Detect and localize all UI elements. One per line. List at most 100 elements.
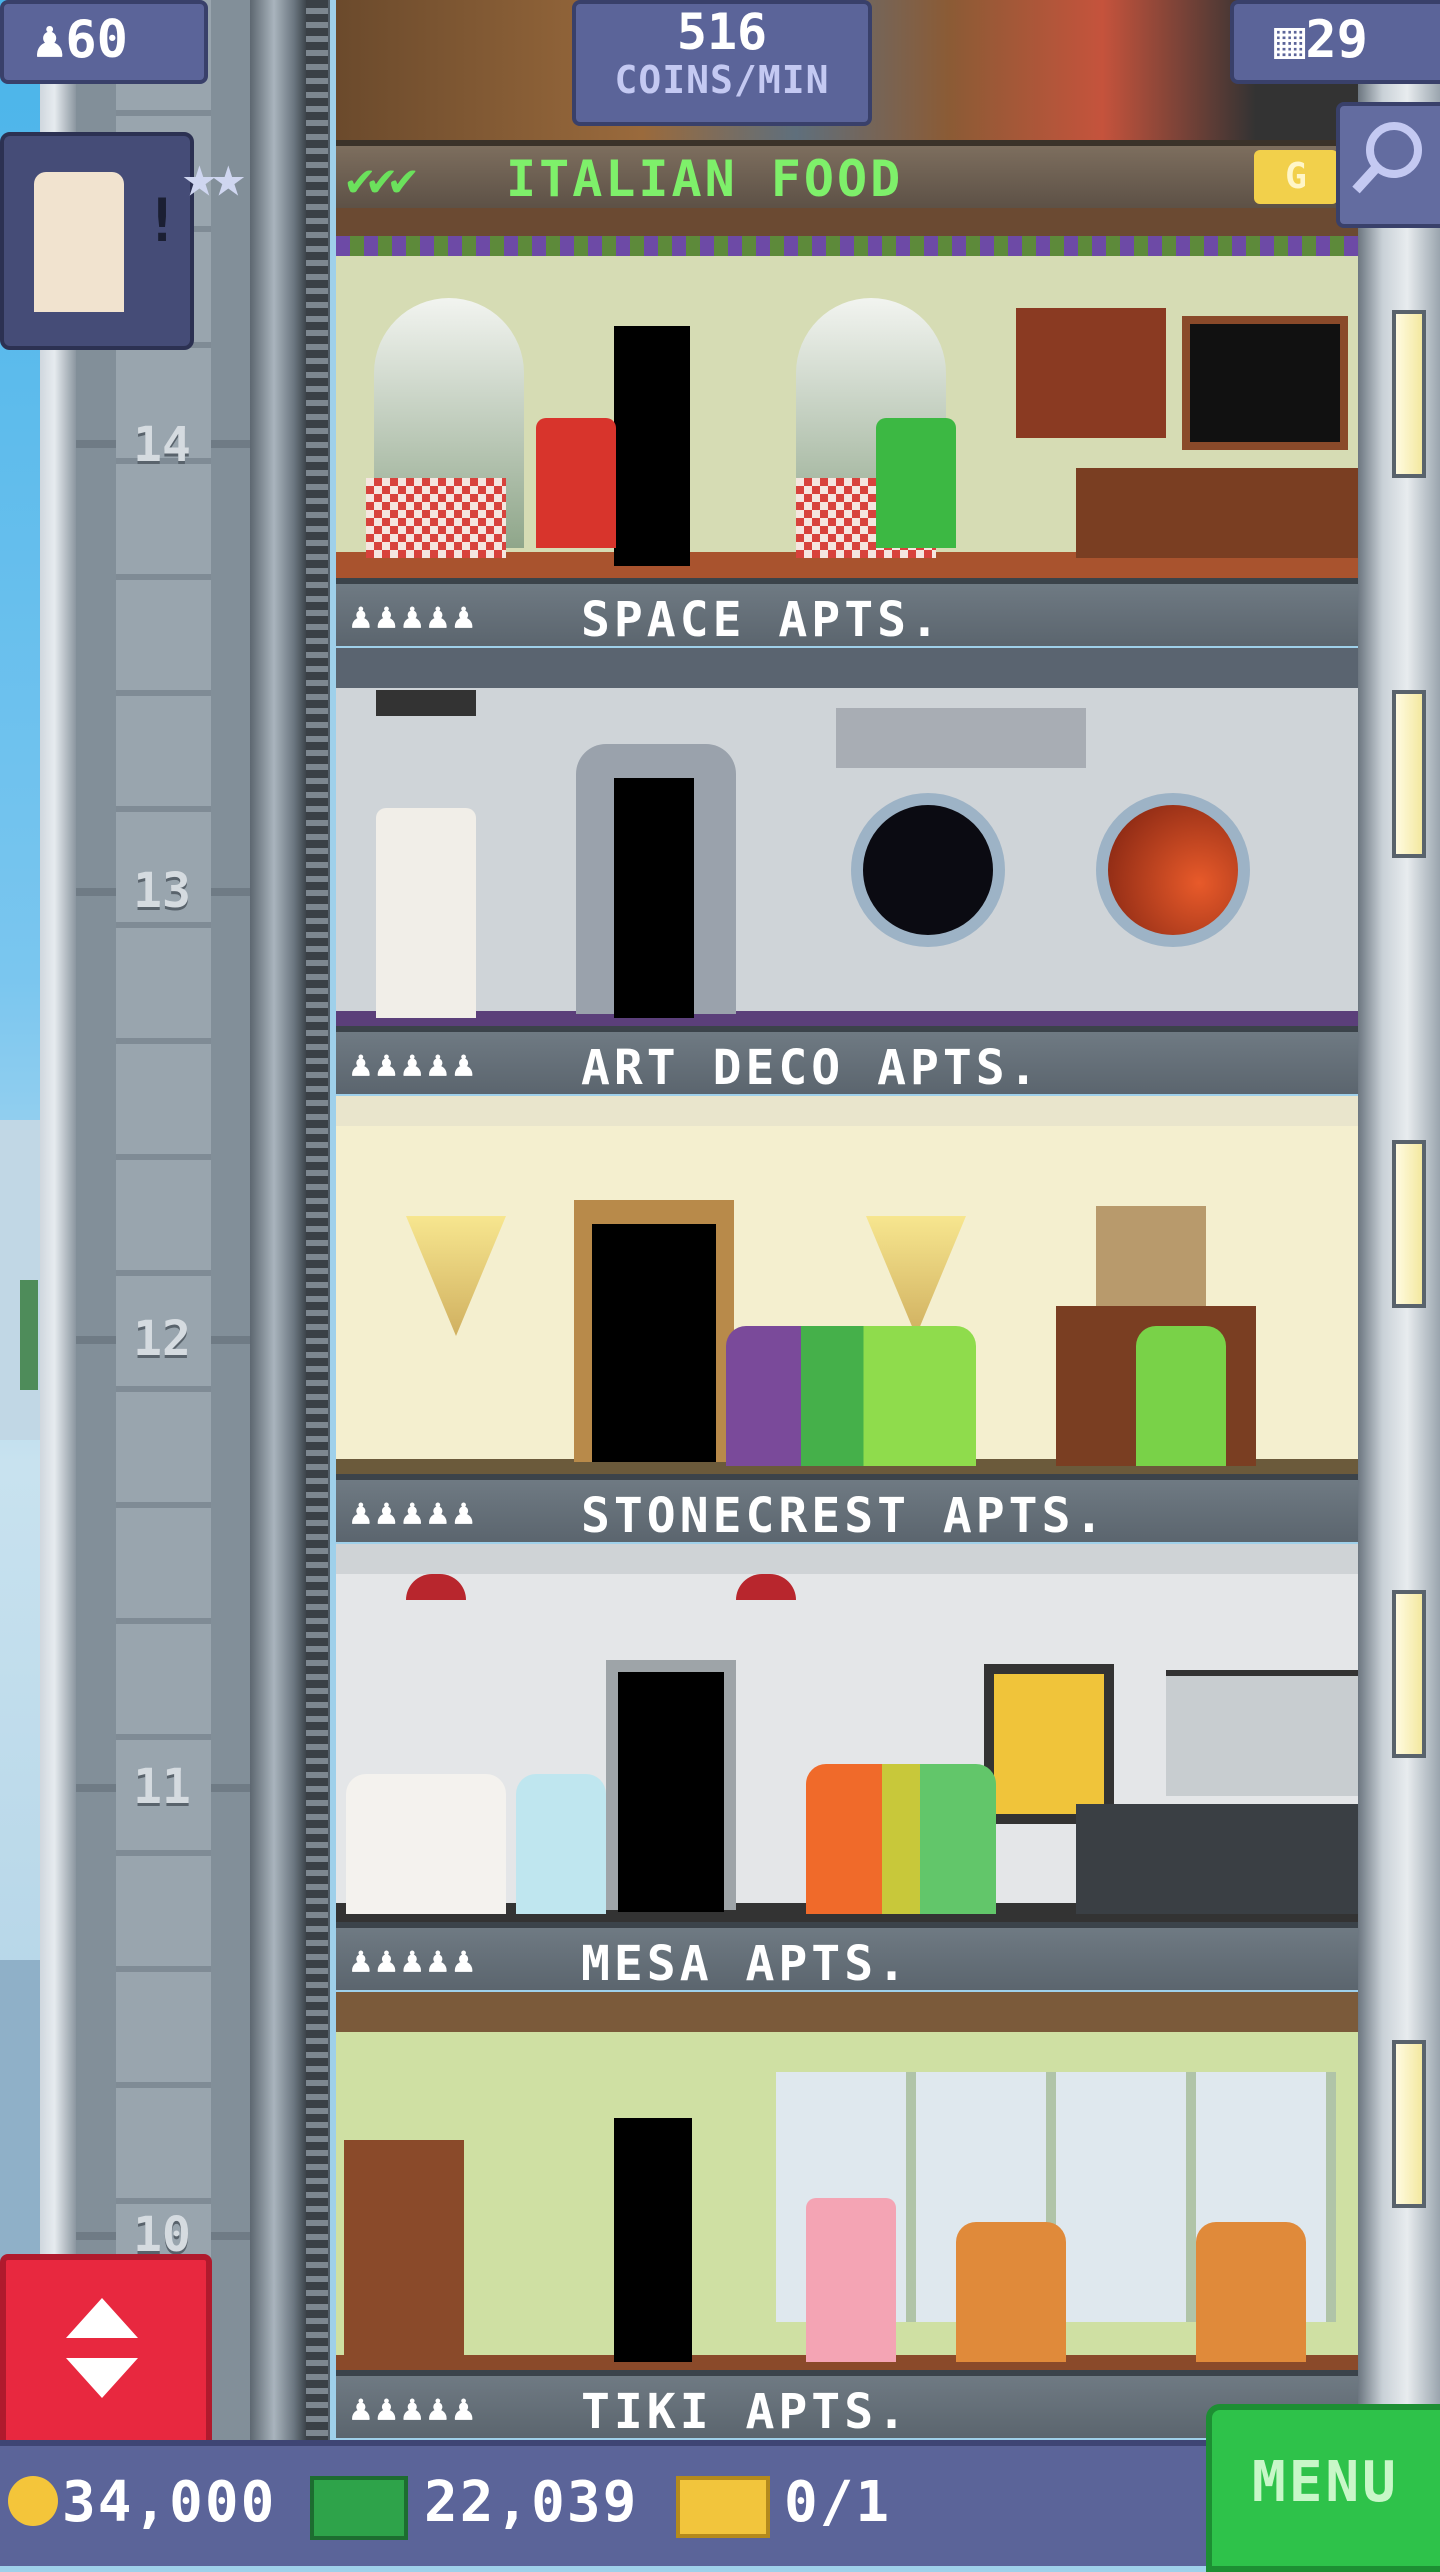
magnifier-icon bbox=[1352, 122, 1422, 194]
bitizen-group[interactable] bbox=[806, 1764, 996, 1914]
floor-number-14: 14 bbox=[133, 417, 191, 473]
floor-label-bar: ♟♟♟♟♟ SPACE APTS. bbox=[336, 578, 1358, 648]
ceiling-lamp bbox=[406, 1574, 466, 1600]
bitizen-resident[interactable] bbox=[1136, 1326, 1226, 1466]
counter bbox=[1076, 468, 1358, 558]
floor-name: TIKI APTS. bbox=[581, 2384, 910, 2440]
mesa-apartment-room[interactable] bbox=[336, 1992, 1358, 2370]
top-shop-name: ITALIAN FOOD bbox=[506, 150, 904, 208]
elevator-control-button[interactable] bbox=[0, 2254, 212, 2452]
bitizen-red-cap[interactable] bbox=[536, 418, 616, 548]
coins-value: 34,000 bbox=[62, 2470, 277, 2535]
restaurant-room[interactable] bbox=[336, 208, 1358, 578]
residents-icon: ♟♟♟♟♟ bbox=[350, 2388, 479, 2429]
floor-label-bar: ♟♟♟♟♟ MESA APTS. bbox=[336, 1922, 1358, 1992]
armchair bbox=[1196, 2222, 1306, 2362]
porthole-stars bbox=[851, 793, 1005, 947]
building-icon: ▦ bbox=[1274, 10, 1306, 70]
bitizen-cowboy-hat[interactable] bbox=[806, 2198, 896, 2362]
art-deco-apartment-room[interactable] bbox=[336, 1096, 1358, 1474]
bitizen-alert-card[interactable]: ! bbox=[0, 132, 194, 350]
elevator-chain bbox=[306, 0, 328, 2440]
grape-vine-decor bbox=[336, 236, 1358, 256]
ceiling-vent bbox=[376, 690, 476, 716]
floor-count[interactable]: ▦29 bbox=[1230, 0, 1440, 84]
coins-per-min-label: COINS/MIN bbox=[614, 58, 830, 102]
wall-sconce bbox=[406, 1216, 506, 1336]
flower-painting bbox=[1096, 1206, 1206, 1306]
floor-label-bar: ♟♟♟♟♟ TIKI APTS. bbox=[336, 2370, 1358, 2440]
tower-window bbox=[1392, 310, 1426, 478]
floor-number-12: 12 bbox=[133, 1311, 191, 1367]
residents-icon: ♟♟♟♟♟ bbox=[350, 1044, 479, 1085]
coin-icon bbox=[8, 2476, 58, 2526]
menu-button[interactable]: MENU bbox=[1206, 2404, 1440, 2572]
tower-window bbox=[1392, 690, 1426, 858]
elevator-shaft[interactable] bbox=[40, 0, 330, 2440]
up-down-arrows-icon bbox=[66, 2298, 138, 2398]
floor-11[interactable]: ♟♟♟♟♟ MESA APTS. bbox=[336, 1544, 1358, 1992]
floor-name: STONECREST APTS. bbox=[581, 1488, 1108, 1544]
population-counter[interactable]: ♟60 bbox=[0, 0, 208, 84]
control-panel bbox=[836, 708, 1086, 768]
city-building bbox=[20, 1280, 38, 1390]
coins-per-min-display: 516 COINS/MIN bbox=[572, 0, 872, 126]
residents-icon: ♟♟♟♟♟ bbox=[350, 596, 479, 637]
floor-12[interactable]: ♟♟♟♟♟ STONECREST APTS. bbox=[336, 1096, 1358, 1544]
floor-name: MESA APTS. bbox=[581, 1936, 910, 1992]
ceiling-lamp bbox=[736, 1574, 796, 1600]
elevator-door[interactable] bbox=[592, 1224, 716, 1462]
floor-10[interactable]: ♟♟♟♟♟ TIKI APTS. bbox=[336, 1992, 1358, 2440]
tower-window bbox=[1392, 1590, 1426, 1758]
bitizen-resident[interactable] bbox=[516, 1774, 606, 1914]
star-rating-icon: ★★ bbox=[182, 142, 246, 210]
floor-label-bar: ♟♟♟♟♟ STONECREST APTS. bbox=[336, 1474, 1358, 1544]
floor-name: ART DECO APTS. bbox=[581, 1040, 1042, 1096]
person-icon: ♟ bbox=[34, 10, 66, 70]
bux-value: 22,039 bbox=[424, 2470, 639, 2535]
bitizen-avatar bbox=[34, 172, 124, 312]
kitchen-counter bbox=[1076, 1804, 1358, 1914]
menu-button-label: MENU bbox=[1252, 2450, 1399, 2515]
wall-sconce bbox=[866, 1216, 966, 1336]
floor-name: SPACE APTS. bbox=[581, 592, 943, 648]
space-apartment-room[interactable] bbox=[336, 648, 1358, 1026]
tickets-value: 0/1 bbox=[784, 2470, 892, 2535]
porthole-mars bbox=[1096, 793, 1250, 947]
bitizen-green-cap[interactable] bbox=[876, 418, 956, 548]
dining-table bbox=[366, 478, 506, 558]
bux-icon bbox=[310, 2476, 408, 2540]
armchair bbox=[956, 2222, 1066, 2362]
search-button[interactable] bbox=[1336, 102, 1440, 228]
floor-label-bar: ♟♟♟♟♟ ART DECO APTS. bbox=[336, 1026, 1358, 1096]
elevator-door[interactable] bbox=[614, 778, 694, 1018]
elevator-door[interactable] bbox=[618, 1672, 724, 1912]
gold-badge[interactable]: G bbox=[1254, 150, 1338, 204]
alert-icon: ! bbox=[144, 186, 181, 256]
residents-icon: ♟♟♟♟♟ bbox=[350, 1492, 479, 1533]
population-value: ♟60 bbox=[34, 10, 128, 70]
stock-checks-icon: ✔✔✔ bbox=[346, 152, 417, 206]
coins-per-min-value: 516 bbox=[676, 3, 768, 61]
elevator-door[interactable] bbox=[614, 2118, 692, 2362]
floor-number-13: 13 bbox=[133, 863, 191, 919]
ticket-icon bbox=[676, 2476, 770, 2538]
floor-13[interactable]: ♟♟♟♟♟ ART DECO APTS. bbox=[336, 648, 1358, 1096]
tower-window bbox=[1392, 2040, 1426, 2208]
residents-icon: ♟♟♟♟♟ bbox=[350, 1940, 479, 1981]
elevator-door[interactable] bbox=[614, 326, 690, 566]
kitchen-cabinets bbox=[1166, 1670, 1358, 1796]
italian-food-bar[interactable]: ✔✔✔ ITALIAN FOOD G bbox=[336, 140, 1358, 208]
tower-window bbox=[1392, 1140, 1426, 1308]
stonecrest-apartment-room[interactable] bbox=[336, 1544, 1358, 1922]
sunset-painting bbox=[984, 1664, 1114, 1824]
bitizen-chef[interactable] bbox=[376, 808, 476, 1018]
floor-number-11: 11 bbox=[133, 1759, 191, 1815]
chalkboard-menu bbox=[1182, 316, 1348, 450]
bitizen-sunglasses[interactable] bbox=[346, 1774, 506, 1914]
bookshelf bbox=[344, 2140, 464, 2360]
floor-count-value: ▦29 bbox=[1274, 10, 1368, 70]
wine-rack bbox=[1016, 308, 1166, 438]
floor-14[interactable]: ♟♟♟♟♟ SPACE APTS. bbox=[336, 208, 1358, 648]
bitizen-group[interactable] bbox=[726, 1326, 976, 1466]
